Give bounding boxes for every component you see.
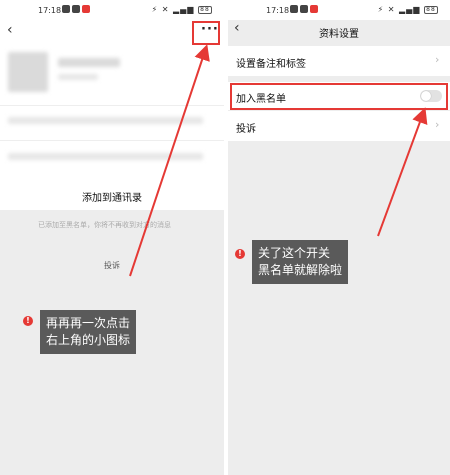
annotation-note: 关了这个开关 黑名单就解除啦 [252,240,349,284]
left-phone-screen: 17:18 ⚡ ✕ ▂▄▆ 88 ‹ ··· 添加到通讯录 已添加至黑名单，你将… [0,0,224,475]
chevron-right-icon: › [435,53,440,66]
page-title: 资料设置 [319,29,359,40]
annotation-line: 再再再一次点击 [46,316,131,330]
add-contact-button[interactable]: 添加到通讯录 [82,189,142,204]
contact-id-blurred [58,74,98,80]
status-time: 17:18 [266,6,290,15]
settings-row-label: 设置备注和标签 [236,59,306,70]
avatar[interactable] [8,52,48,92]
highlight-box [192,21,220,45]
back-arrow-icon[interactable]: ‹ [7,22,13,38]
annotation-note: 再再再一次点击 右上角的小图标 [40,310,137,354]
report-link[interactable]: 投诉 [104,260,120,271]
exclamation-icon: ! [23,316,33,326]
settings-row-remark[interactable]: 设置备注和标签 › [228,46,450,76]
right-phone-screen: 17:18 ⚡ ✕ ▂▄▆ 88 ‹ 资料设置 设置备注和标签 › 加入黑名单 … [228,0,450,475]
annotation-line: 关了这个开关 [258,246,331,260]
nav-bar: ‹ 资料设置 [228,20,450,40]
battery-icon: 88 [198,5,212,14]
status-bar: 17:18 ⚡ ✕ ▂▄▆ 88 [0,0,224,20]
info-row-blurred[interactable] [8,153,203,160]
annotation-line: 黑名单就解除啦 [258,263,343,277]
chevron-right-icon: › [435,118,440,131]
status-time: 17:18 [38,6,62,15]
highlight-box [230,83,448,110]
battery-icon: 88 [424,5,438,14]
blocked-notice: 已添加至黑名单，你将不再收到对方的消息 [38,221,171,229]
status-bar: 17:18 ⚡ ✕ ▂▄▆ 88 [228,0,450,20]
back-arrow-icon[interactable]: ‹ [234,20,240,36]
settings-row-label: 投诉 [236,124,256,135]
contact-name-blurred [58,58,120,67]
status-right-icons: ⚡ ✕ ▂▄▆ 88 [152,5,212,14]
status-app-icons [62,5,90,13]
annotation-line: 右上角的小图标 [46,333,131,347]
settings-row-report[interactable]: 投诉 › [228,111,450,141]
info-row-blurred[interactable] [8,117,203,124]
add-contact-row[interactable]: 添加到通讯录 [0,178,224,210]
exclamation-icon: ! [235,249,245,259]
status-right-icons: ⚡ ✕ ▂▄▆ 88 [378,5,438,14]
status-app-icons [290,5,318,13]
